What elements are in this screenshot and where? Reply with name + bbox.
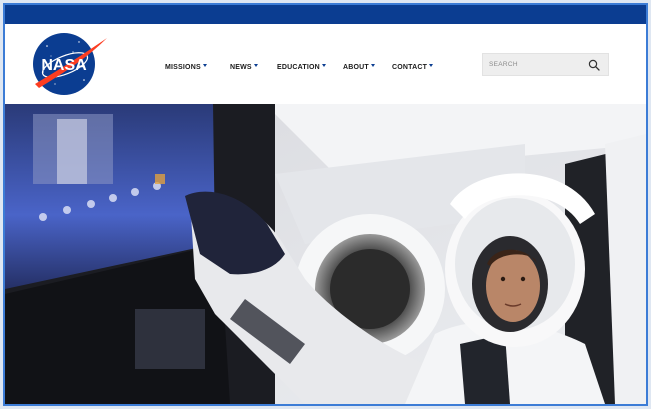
top-bar (5, 5, 646, 24)
caret-down-icon (202, 64, 207, 67)
caret-down-icon (321, 64, 326, 67)
nav-missions-label: MISSIONS (165, 63, 201, 71)
caret-down-icon (429, 64, 434, 67)
search-icon[interactable] (588, 59, 600, 71)
nav-news-label: NEWS (230, 63, 252, 71)
page-frame: NASA MISSIONS NEWS EDUCATION ABOUT CONTA… (3, 3, 648, 406)
nav-item-about[interactable]: ABOUT (343, 60, 375, 74)
nav-item-contact[interactable]: CONTACT (392, 60, 434, 74)
caret-down-icon (370, 64, 375, 67)
nav-item-education[interactable]: EDUCATION (277, 60, 326, 74)
nav-education-label: EDUCATION (277, 63, 320, 71)
search-box (482, 53, 609, 76)
search-input[interactable] (489, 57, 579, 72)
logo-text: NASA (41, 57, 87, 74)
nav-about-label: ABOUT (343, 63, 369, 71)
astronaut-cockpit-illustration (5, 104, 646, 404)
hero-image (5, 104, 646, 404)
site-header: NASA MISSIONS NEWS EDUCATION ABOUT CONTA… (5, 24, 646, 104)
nav-item-missions[interactable]: MISSIONS (165, 60, 207, 74)
nasa-logo-icon: NASA (33, 33, 107, 95)
nav-item-news[interactable]: NEWS (230, 60, 258, 74)
caret-down-icon (253, 64, 258, 67)
nasa-logo[interactable]: NASA (29, 32, 109, 96)
nav-contact-label: CONTACT (392, 63, 428, 71)
